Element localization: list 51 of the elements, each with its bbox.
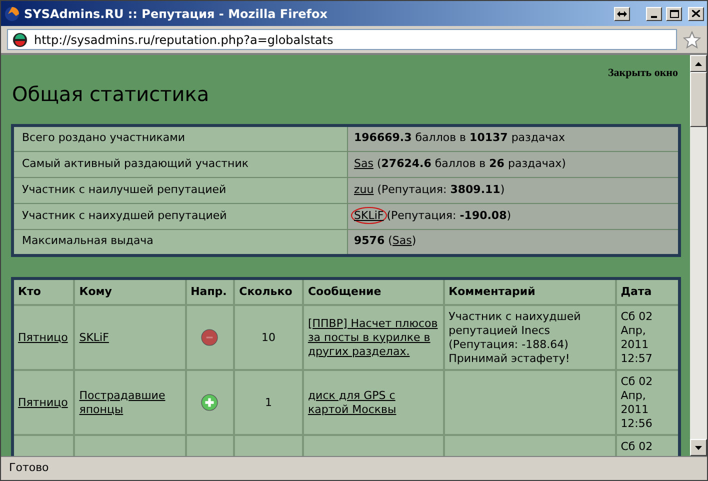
column-header: Дата bbox=[616, 278, 680, 305]
scrollbar[interactable] bbox=[690, 55, 707, 456]
up-arrow-icon bbox=[695, 62, 702, 66]
user-link[interactable]: Sas bbox=[354, 156, 374, 170]
table-cell: 10 bbox=[234, 305, 303, 370]
table-cell: Участник с наихудшей репутацией Inecs (Репутация: -188.64) Принимай эстафету! bbox=[444, 305, 616, 370]
page-heading: Общая статистика bbox=[12, 84, 210, 104]
site-icon bbox=[12, 32, 28, 48]
resize-button[interactable] bbox=[614, 6, 630, 20]
maximize-button[interactable] bbox=[666, 6, 682, 20]
column-header: Сообщение bbox=[302, 278, 444, 305]
status-text: Готово bbox=[9, 460, 49, 476]
minimize-button[interactable] bbox=[646, 6, 662, 20]
close-icon bbox=[692, 10, 700, 17]
scroll-thumb[interactable] bbox=[690, 72, 707, 127]
browser-logo-icon bbox=[4, 6, 20, 22]
double-arrow-icon bbox=[617, 10, 627, 16]
column-header: Напр. bbox=[186, 278, 234, 305]
table-cell: Сб 02 bbox=[616, 435, 680, 456]
column-header: Комментарий bbox=[444, 278, 616, 305]
table-cell: Сб 02 Апр, 2011 12:57 bbox=[616, 305, 680, 370]
window-title: SYSAdmins.RU :: Репутация - Mozilla Firefox bbox=[24, 6, 328, 22]
user-link[interactable]: SKLiF bbox=[351, 206, 387, 224]
stat-label: Максимальная выдача bbox=[12, 229, 348, 255]
user-link[interactable]: zuu bbox=[354, 182, 374, 196]
user-link[interactable]: Sas bbox=[392, 234, 412, 248]
stat-text: (Репутация: 3809.11) bbox=[376, 182, 505, 196]
close-window-link[interactable]: Закрыть окно bbox=[608, 65, 678, 82]
down-arrow-icon bbox=[695, 446, 702, 450]
stat-label: Участник с наилучшей репутацией bbox=[12, 177, 348, 203]
stat-label: Участник с наихудшей репутацией bbox=[12, 203, 348, 229]
stat-label: Всего роздано участниками bbox=[12, 125, 348, 151]
stat-label: Самый активный раздающий участник bbox=[12, 151, 348, 177]
scroll-up-button[interactable] bbox=[690, 55, 707, 72]
table-cell: 1 bbox=[234, 370, 303, 435]
stat-text: 196669.3 баллов в 10137 раздачах bbox=[354, 131, 565, 144]
stat-text: (27624.6 баллов в 26 раздачах) bbox=[376, 156, 566, 170]
scroll-down-button[interactable] bbox=[690, 439, 707, 456]
address-field[interactable]: http://sysadmins.ru/reputation.php?a=globalstats bbox=[7, 29, 677, 50]
user-link[interactable]: Пятницо bbox=[18, 330, 68, 344]
star-icon[interactable] bbox=[683, 30, 701, 48]
column-header: Кому bbox=[74, 278, 186, 305]
stat-text: ) bbox=[412, 234, 416, 248]
stat-text: (Репутация: -190.08) bbox=[386, 208, 512, 222]
column-header: Сколько bbox=[234, 278, 303, 305]
user-link[interactable]: SKLiF bbox=[79, 330, 109, 344]
column-header: Кто bbox=[12, 278, 74, 305]
user-link[interactable]: Пятницо bbox=[18, 396, 68, 410]
stat-text: 9576 ( bbox=[354, 234, 392, 248]
close-button[interactable] bbox=[688, 6, 704, 20]
table-cell: Сб 02 Апр, 2011 12:56 bbox=[616, 370, 680, 435]
